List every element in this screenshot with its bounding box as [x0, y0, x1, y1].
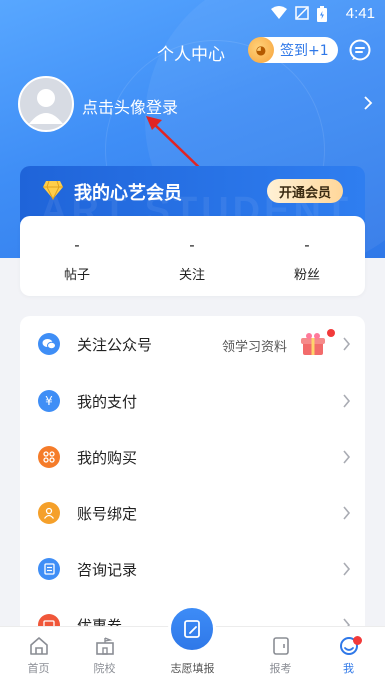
- wechat-icon: [38, 333, 60, 355]
- apply-icon: [184, 620, 200, 638]
- top-bar: 个人中心 ◕ 签到+1: [0, 34, 385, 66]
- avatar[interactable]: [18, 76, 74, 132]
- menu-label: 咨询记录: [77, 561, 138, 579]
- menu-item-my-payment[interactable]: ¥ 我的支付: [20, 373, 365, 429]
- tab-label-apply[interactable]: 志愿填报: [150, 660, 235, 676]
- stat-value: -: [304, 236, 310, 254]
- stat-label: 帖子: [63, 268, 90, 283]
- vip-banner[interactable]: ART STUDENT 我的心艺会员 开通会员: [20, 166, 365, 222]
- default-avatar-icon: [29, 89, 63, 124]
- battery-icon: [317, 6, 327, 22]
- menu-label: 关注公众号: [77, 336, 153, 354]
- tab-me[interactable]: 我: [310, 627, 385, 684]
- stat-label: 粉丝: [293, 268, 320, 283]
- stat-following[interactable]: - 关注: [142, 236, 242, 283]
- school-icon: [96, 637, 114, 655]
- exam-icon: [273, 637, 289, 655]
- menu-item-account-binding[interactable]: 账号绑定: [20, 485, 365, 541]
- status-bar: 4:41: [0, 0, 385, 28]
- chevron-right-icon: [343, 562, 351, 576]
- record-icon: [38, 558, 60, 580]
- chevron-right-icon: [343, 394, 351, 408]
- chevron-right-icon: [343, 450, 351, 464]
- gift-icon: [301, 333, 325, 355]
- checkin-mascot-icon: ◕: [248, 37, 274, 63]
- chevron-right-icon: [364, 96, 373, 110]
- tab-schools[interactable]: 院校: [66, 627, 143, 684]
- checkin-button[interactable]: ◕ 签到+1: [248, 37, 338, 63]
- yen-icon: ¥: [38, 390, 60, 412]
- menu-item-my-purchase[interactable]: 我的购买: [20, 429, 365, 485]
- bottom-tab-bar: 首页 院校 志愿填报 报考 我: [0, 605, 385, 684]
- message-icon[interactable]: [348, 38, 372, 62]
- menu-label: 我的购买: [77, 449, 138, 467]
- tab-label: 我: [343, 662, 354, 675]
- tab-label: 院校: [93, 662, 116, 675]
- stat-posts[interactable]: - 帖子: [27, 236, 127, 283]
- wifi-icon: [271, 6, 287, 19]
- chevron-right-icon: [343, 337, 351, 351]
- menu-item-consult-records[interactable]: 咨询记录: [20, 541, 365, 597]
- status-time: 4:41: [345, 5, 375, 22]
- menu-item-follow-official[interactable]: 关注公众号 领学习资料: [20, 316, 365, 372]
- menu-extra-text: 领学习资料: [221, 340, 287, 355]
- vip-title: 我的心艺会员: [74, 183, 182, 204]
- stat-label: 关注: [178, 268, 205, 283]
- home-icon: [30, 637, 48, 655]
- diamond-icon: [43, 180, 63, 200]
- notification-dot: [353, 636, 362, 645]
- cart-icon: [38, 446, 60, 468]
- chevron-right-icon: [343, 506, 351, 520]
- signal-icon: [295, 6, 309, 20]
- notification-dot: [327, 329, 335, 337]
- checkin-label: 签到+1: [280, 43, 329, 59]
- user-bind-icon: [38, 502, 60, 524]
- apply-button[interactable]: [168, 605, 216, 653]
- menu-label: 我的支付: [77, 393, 138, 411]
- tab-exam[interactable]: 报考: [242, 627, 319, 684]
- tab-label: 报考: [269, 662, 292, 675]
- menu-list: 关注公众号 领学习资料 ¥ 我的支付 我的购买 账号绑定 咨询记录: [20, 316, 365, 646]
- page-title: 个人中心: [157, 45, 225, 65]
- stats-card: - 帖子 - 关注 - 粉丝: [20, 216, 365, 296]
- menu-label: 账号绑定: [77, 505, 138, 523]
- stat-value: -: [74, 236, 80, 254]
- stat-value: -: [189, 236, 195, 254]
- stat-followers[interactable]: - 粉丝: [257, 236, 357, 283]
- open-vip-button[interactable]: 开通会员: [267, 179, 343, 203]
